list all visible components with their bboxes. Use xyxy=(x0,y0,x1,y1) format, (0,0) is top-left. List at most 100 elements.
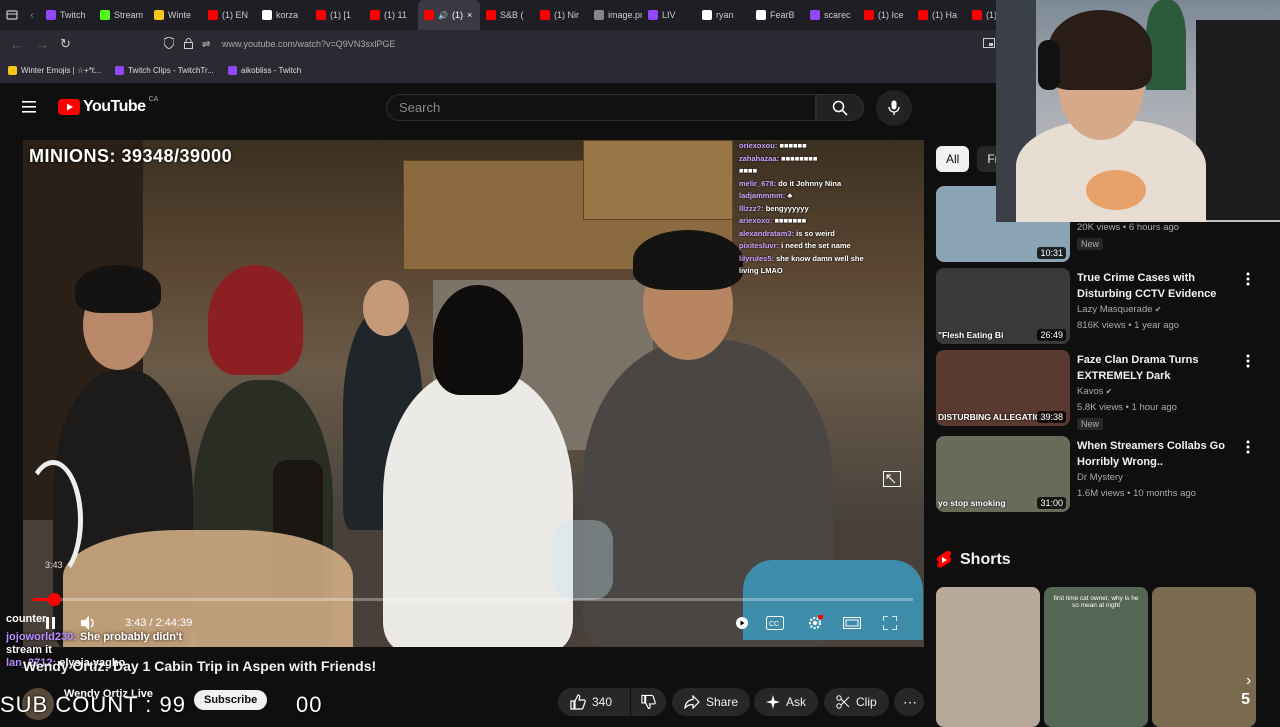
related-video-channel[interactable]: Lazy Masquerade ✔ xyxy=(1077,304,1161,315)
fullscreen-button[interactable] xyxy=(880,614,900,632)
channel-label: Kavos xyxy=(1077,386,1104,397)
share-button[interactable]: Share xyxy=(672,688,751,716)
reload-icon[interactable]: ↻ xyxy=(60,36,74,52)
thumbnail-caption: "Flesh Eating Bi xyxy=(938,330,1004,340)
related-video[interactable]: DISTURBING ALLEGATIONS 39:38 Faze Clan Dra… xyxy=(936,350,1266,430)
back-icon[interactable]: ← xyxy=(10,37,24,52)
browser-tab[interactable]: Winte xyxy=(148,0,202,30)
search-input[interactable]: Search xyxy=(386,94,816,121)
related-video-title[interactable]: True Crime Cases with Disturbing CCTV Ev… xyxy=(1077,270,1227,302)
like-button[interactable]: 340 xyxy=(558,688,630,716)
browser-tab[interactable]: Stream xyxy=(94,0,148,30)
lock-icon[interactable] xyxy=(184,37,198,51)
thumbnail-caption: yo stop smoking xyxy=(938,498,1006,508)
tab-favicon-icon xyxy=(540,10,550,20)
more-actions-button[interactable]: ⋯ xyxy=(894,688,924,716)
browser-tab[interactable]: S&B ( xyxy=(480,0,534,30)
more-vertical-icon[interactable] xyxy=(1246,440,1256,456)
volume-button[interactable] xyxy=(79,614,99,632)
theater-mode-button[interactable] xyxy=(842,614,862,632)
overlay-chat-text: stream it xyxy=(6,644,52,656)
speaker-icon[interactable]: 🔊 xyxy=(438,11,448,20)
verified-icon: ✔ xyxy=(1103,387,1113,396)
browser-tab[interactable]: korza xyxy=(256,0,310,30)
svg-text:CC: CC xyxy=(769,621,779,628)
menu-icon[interactable] xyxy=(22,100,36,118)
settings-button[interactable] xyxy=(805,614,825,632)
youtube-logo[interactable]: YouTube CA xyxy=(58,95,159,116)
related-video-title[interactable]: Faze Clan Drama Turns EXTREMELY Dark xyxy=(1077,352,1227,384)
progress-bar[interactable] xyxy=(33,593,913,606)
bookmark-favicon-icon xyxy=(8,66,17,75)
dislike-button[interactable] xyxy=(631,688,666,716)
browser-tab[interactable]: (1) Ha xyxy=(912,0,966,30)
url-text[interactable]: www.youtube.com/watch?v=Q9VN3sxlPGE xyxy=(222,39,395,49)
related-video-channel[interactable]: Kavos ✔ xyxy=(1077,386,1112,397)
browser-tab[interactable]: (1) Nir xyxy=(534,0,588,30)
more-vertical-icon[interactable] xyxy=(1246,272,1256,288)
thumbs-up-icon xyxy=(570,694,586,710)
tab-label: Stream xyxy=(114,10,144,20)
browser-tab[interactable]: 🔊 (1) × xyxy=(418,0,480,30)
voice-search-button[interactable] xyxy=(876,90,912,126)
country-code: CA xyxy=(148,95,159,103)
shield-icon[interactable] xyxy=(163,36,178,51)
tab-scroll-left-icon[interactable]: ‹ xyxy=(24,10,40,21)
clip-button[interactable]: Clip xyxy=(824,688,889,716)
short-thumbnail[interactable] xyxy=(936,587,1040,727)
chat-text: ■■■■ xyxy=(739,166,758,175)
video-thumbnail[interactable]: "Flesh Eating Bi 26:49 xyxy=(936,268,1070,344)
search-button[interactable] xyxy=(816,94,864,121)
bookmark-label: aikobliss - Twitch xyxy=(240,66,302,75)
shorts-next-icon[interactable]: › xyxy=(1246,672,1262,692)
browser-tab[interactable]: LIV xyxy=(642,0,696,30)
chat-message: ladjammmm: ♣ xyxy=(739,190,924,203)
related-video-title[interactable]: When Streamers Collabs Go Horribly Wrong… xyxy=(1077,438,1227,470)
scissors-icon xyxy=(836,695,850,709)
tab-label: korza xyxy=(276,10,299,20)
short-thumbnail[interactable]: first time cat owner, why is he so mean … xyxy=(1044,587,1148,727)
autoplay-toggle[interactable] xyxy=(732,614,752,632)
pip-icon[interactable] xyxy=(983,38,995,50)
browser-tab[interactable]: ryan xyxy=(696,0,750,30)
overlay-chat-message: stream it xyxy=(6,644,182,657)
bookmark-item[interactable]: aikobliss - Twitch xyxy=(227,66,302,75)
video-thumbnail[interactable]: DISTURBING ALLEGATIONS 39:38 xyxy=(936,350,1070,426)
tab-favicon-icon xyxy=(918,10,928,20)
tab-label: (1) Nir xyxy=(554,10,579,20)
short-caption: 5 xyxy=(1241,691,1250,708)
video-player[interactable]: MINIONS: 39348/39000 oriexoxou: ■■■■■■ za… xyxy=(23,140,924,647)
tab-label: (1) Ice xyxy=(878,10,904,20)
browser-tab[interactable]: (1) [1 xyxy=(310,0,364,30)
related-video-channel[interactable]: Dr Mystery xyxy=(1077,472,1123,483)
browser-tab[interactable]: image.png xyxy=(588,0,642,30)
forward-icon[interactable]: → xyxy=(36,37,50,52)
ask-button[interactable]: Ask xyxy=(754,688,819,716)
permissions-icon[interactable]: ⇌ xyxy=(202,39,216,50)
related-video[interactable]: "Flesh Eating Bi 26:49 True Crime Cases wi… xyxy=(936,268,1266,348)
miniplayer-icon[interactable] xyxy=(883,471,901,492)
browser-tab[interactable]: (1) Ice xyxy=(858,0,912,30)
chat-text: ■■■■■■■■ xyxy=(781,153,818,163)
close-tab-icon[interactable]: × xyxy=(467,10,472,20)
captions-button[interactable]: CC xyxy=(765,614,785,632)
tab-favicon-icon xyxy=(756,10,766,20)
browser-tab[interactable]: (1) 11 xyxy=(364,0,418,30)
browser-tab[interactable]: scarec xyxy=(804,0,858,30)
browser-tab[interactable]: FearB xyxy=(750,0,804,30)
related-video-meta: 5.8K views • 1 hour ago xyxy=(1077,402,1177,413)
filter-chip[interactable]: All xyxy=(936,146,970,172)
bookmark-item[interactable]: Winter Emojis | ☆+*ℓ... xyxy=(8,66,101,75)
more-vertical-icon[interactable] xyxy=(1246,354,1256,370)
related-video[interactable]: yo stop smoking 31:00 When Streamers Colla… xyxy=(936,436,1266,516)
browser-tab[interactable]: (1) EN xyxy=(202,0,256,30)
video-thumbnail[interactable]: yo stop smoking 31:00 xyxy=(936,436,1070,512)
counter-label: counter xyxy=(6,613,47,625)
chat-username: melir_678: xyxy=(739,178,777,188)
browser-tab[interactable]: Twitch xyxy=(40,0,94,30)
short-thumbnail[interactable]: 5 xyxy=(1152,587,1256,727)
pause-icon xyxy=(46,617,55,629)
tab-overview-icon[interactable] xyxy=(0,9,24,21)
chat-message: lllzzz?: bengyyyyyy xyxy=(739,203,924,216)
bookmark-item[interactable]: Twitch Clips - TwitchTr... xyxy=(115,66,214,75)
